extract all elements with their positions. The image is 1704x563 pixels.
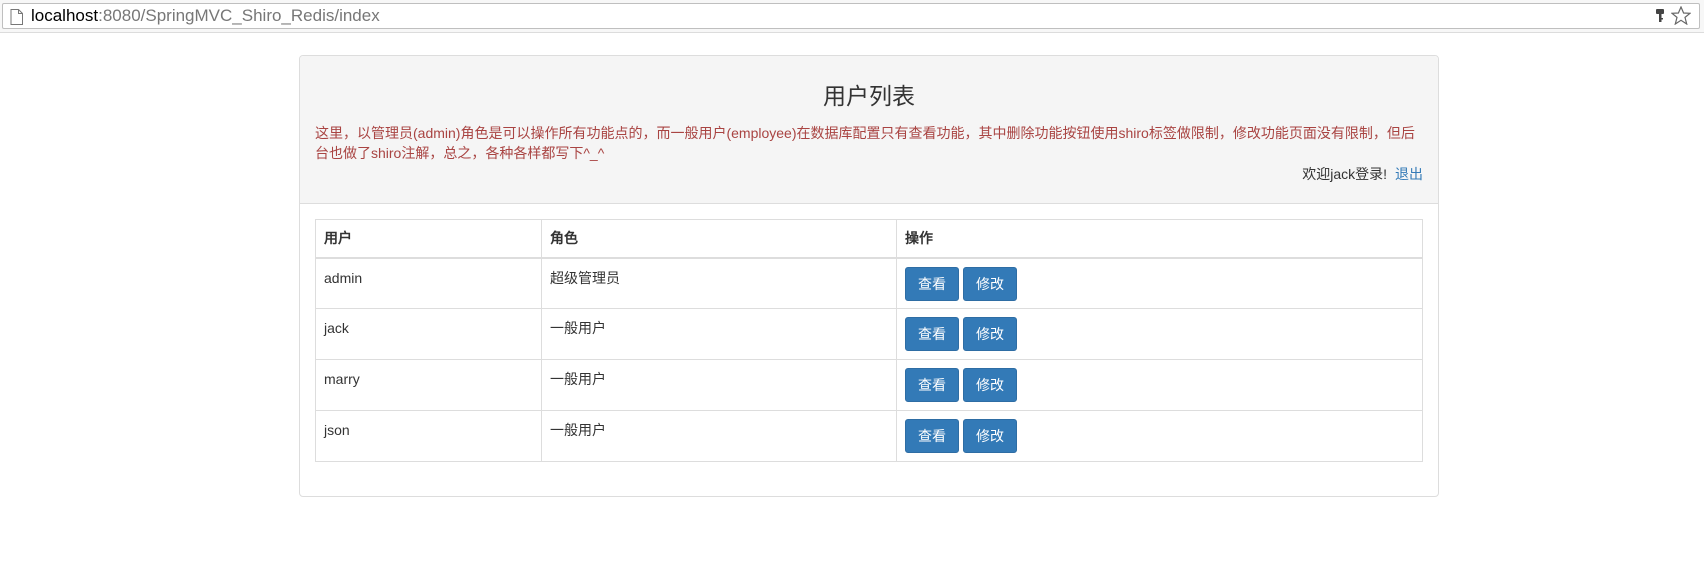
cell-user: marry xyxy=(315,359,542,411)
panel-heading: 用户列表 这里，以管理员(admin)角色是可以操作所有功能点的，而一般用户(e… xyxy=(300,56,1438,204)
cell-actions: 查看 修改 xyxy=(896,359,1423,411)
cell-actions: 查看 修改 xyxy=(896,410,1423,462)
logout-link[interactable]: 退出 xyxy=(1395,166,1423,182)
cell-role: 一般用户 xyxy=(541,308,897,360)
edit-button[interactable]: 修改 xyxy=(963,419,1017,453)
view-button[interactable]: 查看 xyxy=(905,419,959,453)
star-icon[interactable] xyxy=(1670,5,1692,30)
permission-notice: 这里，以管理员(admin)角色是可以操作所有功能点的，而一般用户(employ… xyxy=(315,125,1415,161)
cell-user: json xyxy=(315,410,542,462)
page-icon xyxy=(10,9,23,30)
view-button[interactable]: 查看 xyxy=(905,266,959,301)
edit-button[interactable]: 修改 xyxy=(963,266,1017,301)
cell-role: 一般用户 xyxy=(541,410,897,462)
page-title: 用户列表 xyxy=(823,83,915,109)
table-row: jack 一般用户 查看 修改 xyxy=(315,308,1423,360)
view-button[interactable]: 查看 xyxy=(905,368,959,402)
cell-user: jack xyxy=(315,308,542,360)
table-row: marry 一般用户 查看 修改 xyxy=(315,359,1423,411)
cell-actions: 查看 修改 xyxy=(896,257,1423,309)
welcome-area: 欢迎jack登录! 退出 xyxy=(1302,164,1423,184)
welcome-text: 欢迎jack登录! xyxy=(1302,166,1387,182)
url-host: localhost xyxy=(31,6,99,25)
url-field[interactable]: localhost:8080/SpringMVC_Shiro_Redis/ind… xyxy=(2,3,1700,29)
cell-role: 超级管理员 xyxy=(541,257,897,309)
edit-button[interactable]: 修改 xyxy=(963,317,1017,351)
user-panel: 用户列表 这里，以管理员(admin)角色是可以操作所有功能点的，而一般用户(e… xyxy=(299,55,1439,497)
edit-button[interactable]: 修改 xyxy=(963,368,1017,402)
cell-actions: 查看 修改 xyxy=(896,308,1423,360)
view-button[interactable]: 查看 xyxy=(905,317,959,351)
cell-user: admin xyxy=(315,257,542,309)
table-header-row: 用户 角色 操作 xyxy=(315,219,1423,259)
column-header-actions: 操作 xyxy=(896,219,1423,259)
table-row: json 一般用户 查看 修改 xyxy=(315,410,1423,462)
address-bar: localhost:8080/SpringMVC_Shiro_Redis/ind… xyxy=(0,0,1704,33)
column-header-user: 用户 xyxy=(315,219,542,259)
url-path: :8080/SpringMVC_Shiro_Redis/index xyxy=(98,6,380,25)
cell-role: 一般用户 xyxy=(541,359,897,411)
table-row: admin 超级管理员 查看 修改 xyxy=(315,257,1423,309)
url-text: localhost:8080/SpringMVC_Shiro_Redis/ind… xyxy=(31,7,380,25)
column-header-role: 角色 xyxy=(541,219,897,259)
key-icon[interactable] xyxy=(1655,8,1665,29)
users-table: 用户 角色 操作 admin 超级管理员 查看 修改 jack 一般用户 查看 修改 xyxy=(315,219,1423,462)
